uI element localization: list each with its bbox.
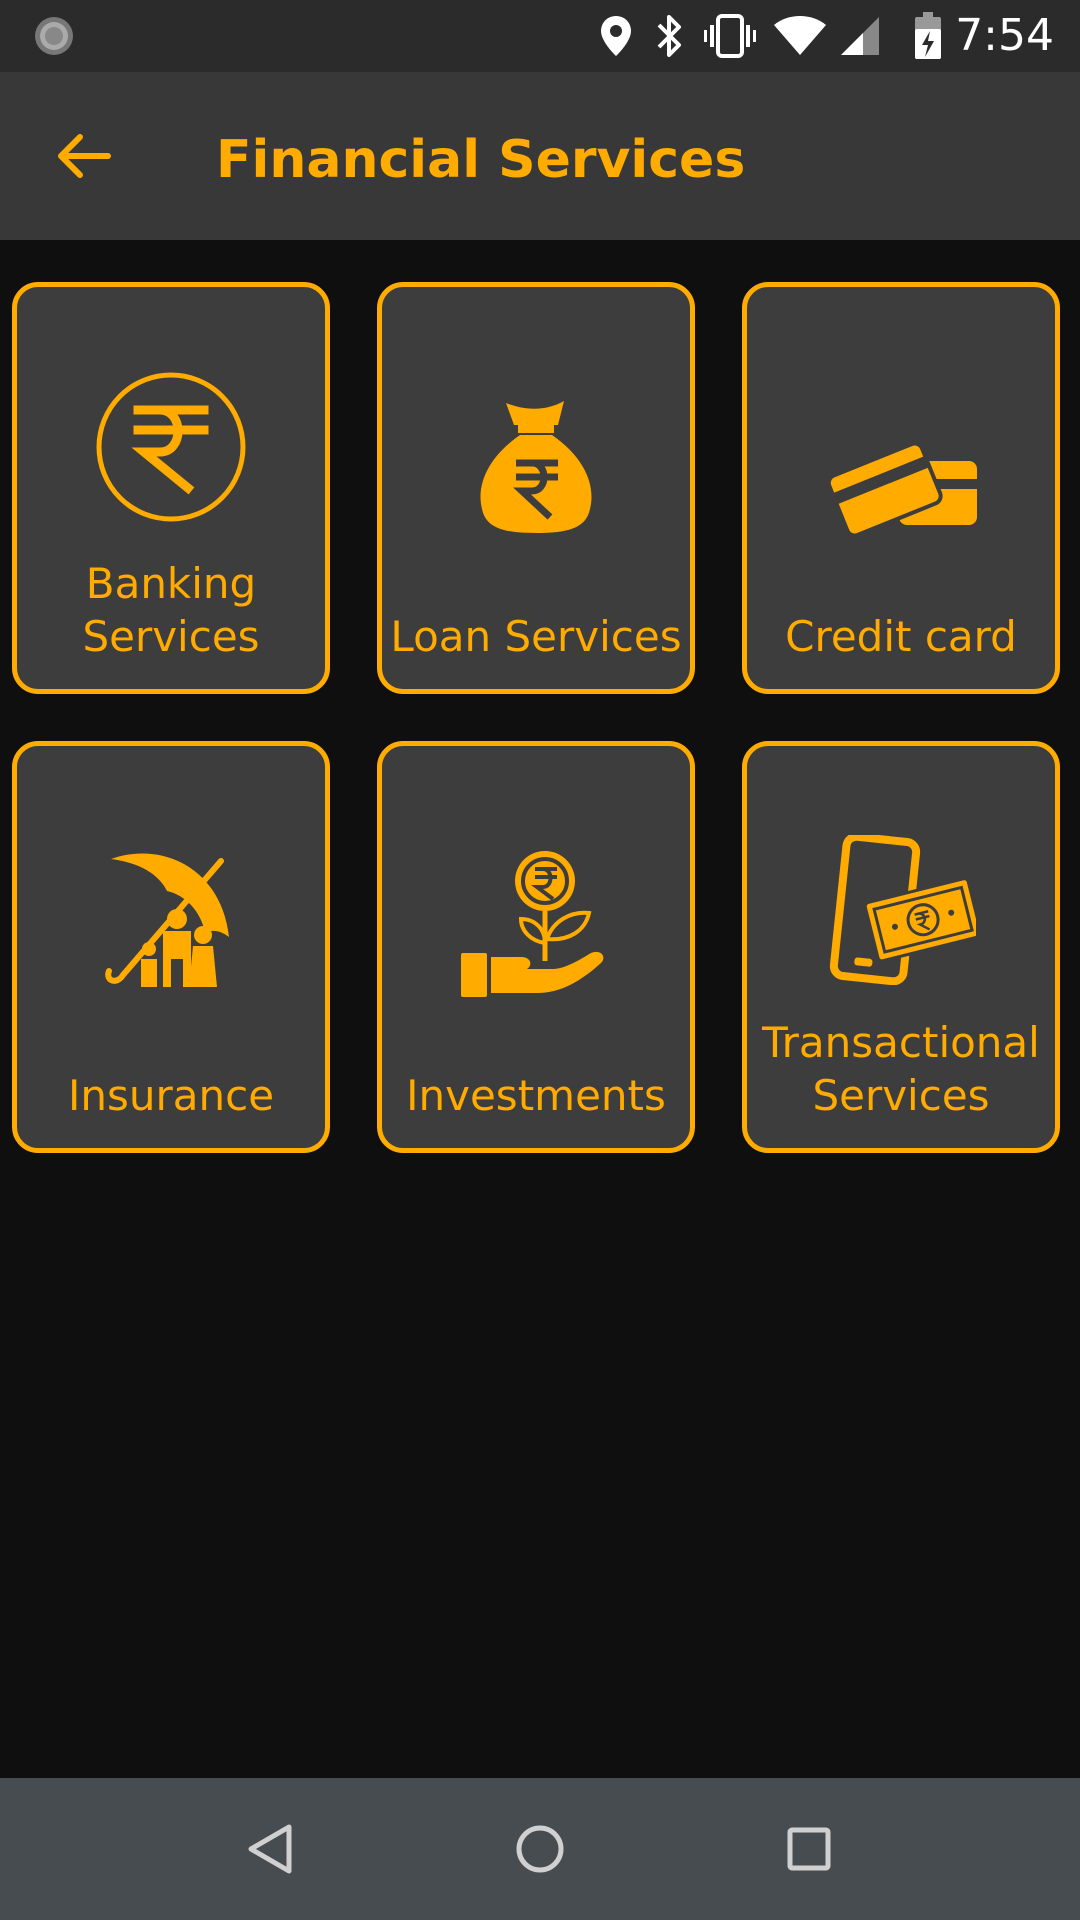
tile-transactional-services[interactable]: Transactional Services: [742, 741, 1060, 1153]
tile-credit-card[interactable]: Credit card: [742, 282, 1060, 694]
page-title: Financial Services: [216, 130, 746, 190]
vibrate-icon: [702, 10, 758, 62]
bluetooth-icon: [650, 10, 690, 62]
tile-label: Credit card: [785, 612, 1017, 661]
location-icon: [596, 10, 636, 62]
status-time: 7:54: [955, 10, 1054, 61]
nav-home-icon: [516, 1825, 564, 1873]
tile-loan-services[interactable]: Loan Services: [377, 282, 695, 694]
back-button[interactable]: [40, 116, 128, 196]
tile-label: Transactional Services: [762, 1018, 1040, 1120]
credit-cards-icon: [821, 407, 981, 567]
arrow-back-icon: [58, 134, 111, 178]
battery-charging-icon: [910, 10, 946, 62]
nav-back-button[interactable]: [229, 1808, 311, 1890]
wifi-icon: [772, 10, 828, 62]
sync-icon: [28, 10, 80, 62]
tile-label: Investments: [406, 1071, 666, 1120]
phone-cash-icon: [821, 830, 981, 990]
tile-insurance[interactable]: Insurance: [12, 741, 330, 1153]
nav-home-button[interactable]: [499, 1808, 581, 1890]
nav-recents-icon: [787, 1827, 831, 1871]
nav-recents-button[interactable]: [768, 1808, 850, 1890]
tile-banking-services[interactable]: Banking Services: [12, 282, 330, 694]
hand-plant-coin-icon: [456, 842, 616, 1002]
tile-label: Loan Services: [390, 612, 682, 661]
tile-investments[interactable]: Investments: [377, 741, 695, 1153]
rupee-circle-icon: [91, 367, 251, 527]
tile-label: Banking Services: [82, 559, 260, 661]
nav-back-icon: [248, 1824, 292, 1874]
status-bar: 7:54: [0, 0, 1080, 72]
app-bar: Financial Services: [0, 72, 1080, 240]
screen: 7:54 Financial Services Banking Services: [0, 0, 1080, 1920]
tile-label: Insurance: [67, 1071, 275, 1120]
money-bag-icon: [456, 387, 616, 547]
cell-signal-icon: [838, 10, 882, 62]
umbrella-family-icon: [91, 842, 251, 1002]
nav-bar: [0, 1778, 1080, 1920]
